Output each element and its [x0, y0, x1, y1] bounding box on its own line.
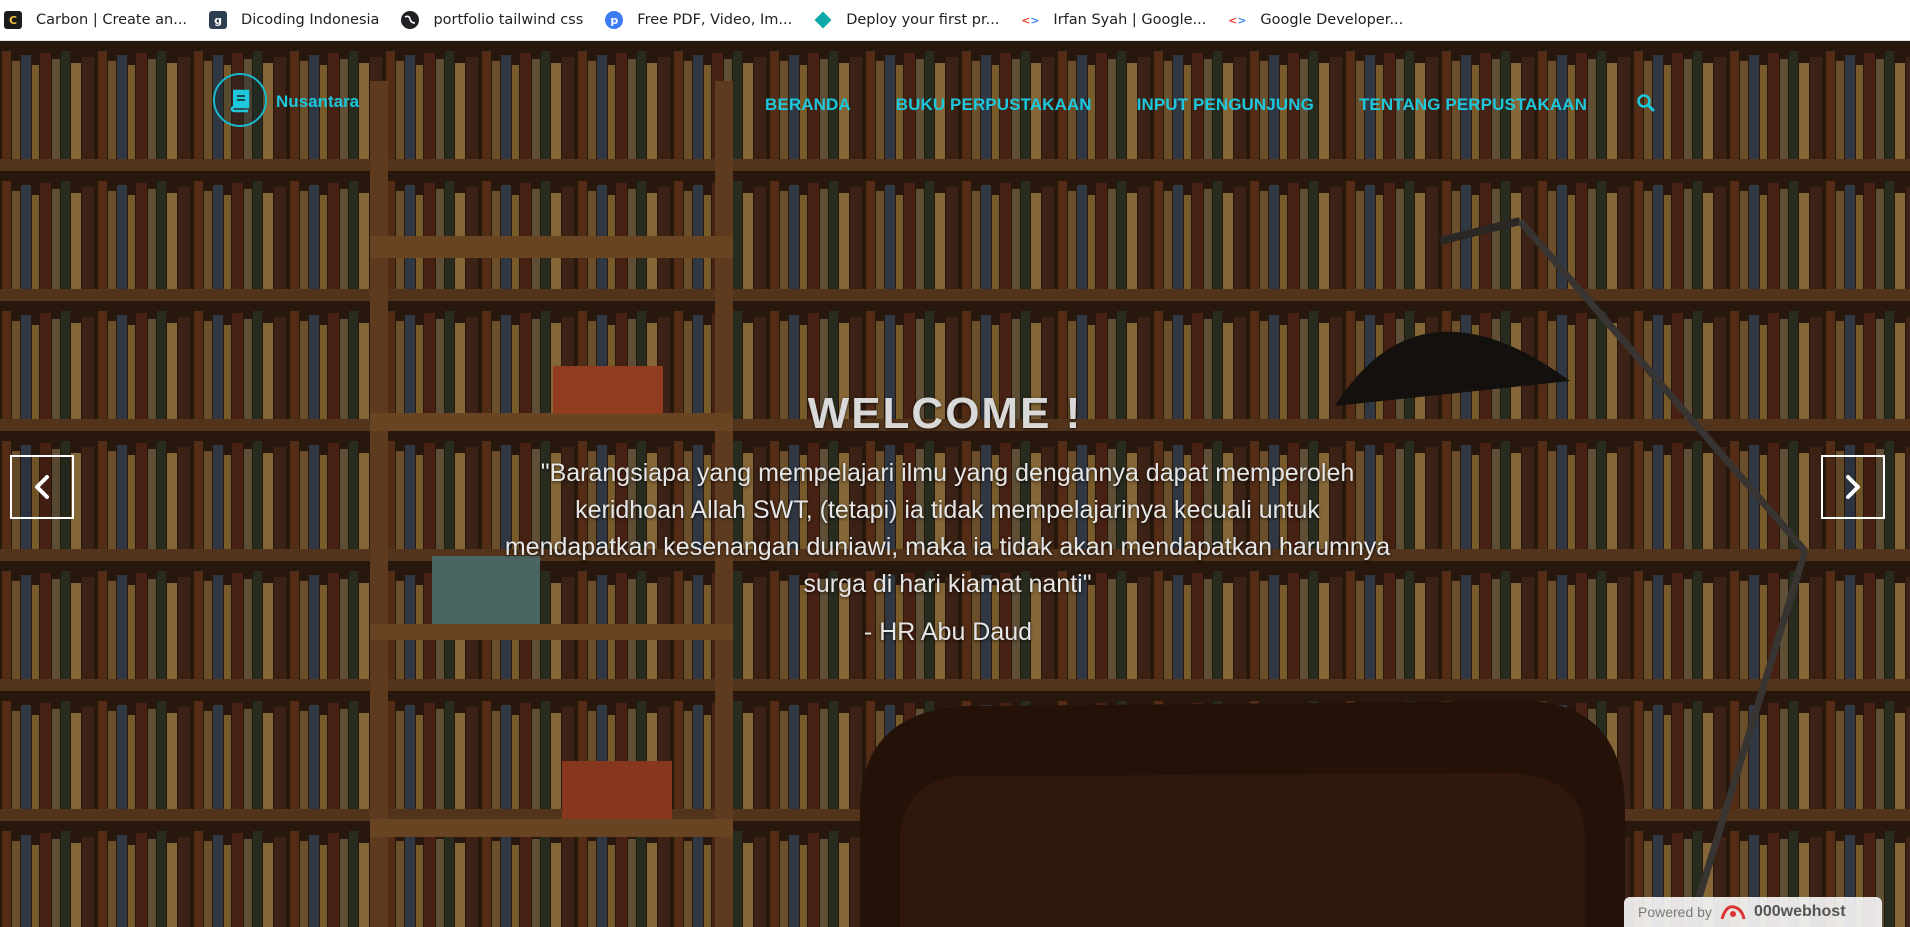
hero-carousel: Nusantara BERANDA BUKU PERPUSTAKAAN INPU…	[0, 41, 1910, 927]
bookmarks-bar: C Carbon | Create an... g Dicoding Indon…	[0, 0, 1910, 41]
nav-link-beranda[interactable]: BERANDA	[765, 95, 851, 115]
bookmark-label: Free PDF, Video, Im...	[637, 12, 793, 28]
globe-icon	[401, 11, 420, 29]
bookmark-label: Carbon | Create an...	[36, 12, 188, 28]
bookmark-deploy[interactable]: Deploy your first pr...	[814, 5, 1013, 35]
pdf-icon: p	[605, 11, 624, 29]
hero-title: WELCOME !	[807, 389, 1083, 438]
logo-badge[interactable]	[213, 73, 267, 127]
brand-name[interactable]: Nusantara	[276, 92, 359, 112]
nav-link-buku-perpustakaan[interactable]: BUKU PERPUSTAKAAN	[896, 95, 1092, 115]
bookmark-label: Google Developer...	[1260, 12, 1404, 28]
bookmark-label: Deploy your first pr...	[846, 12, 1000, 28]
quote-line: mendapatkan kesenangan duniawi, maka ia …	[504, 533, 1391, 561]
bookmark-label: Dicoding Indonesia	[241, 12, 380, 28]
quote-line: surga di hari kiamat nanti"	[803, 570, 1092, 598]
carbon-icon: C	[4, 11, 22, 29]
chevron-left-icon	[35, 475, 49, 499]
hero-quote: "Barangsiapa yang mempelajari ilmu yang …	[470, 455, 1425, 603]
search-icon[interactable]	[1636, 93, 1655, 117]
nav-link-input-pengunjung[interactable]: INPUT PENGUNJUNG	[1137, 95, 1314, 115]
carousel-next-button[interactable]	[1821, 455, 1885, 519]
webhost-name: 000webhost	[1753, 903, 1846, 920]
code-icon: < >	[1021, 13, 1040, 27]
quote-line: keridhoan Allah SWT, (tetapi) ia tidak m…	[575, 496, 1320, 524]
book-icon	[230, 89, 250, 113]
bookmark-carbon[interactable]: C Carbon | Create an...	[4, 5, 201, 35]
bookmark-dicoding[interactable]: g Dicoding Indonesia	[209, 5, 393, 35]
chevron-right-icon	[1846, 475, 1860, 499]
bookmark-google-developer[interactable]: < > Google Developer...	[1228, 5, 1417, 35]
bookmark-label: portfolio tailwind css	[433, 12, 584, 28]
bookmark-portfolio[interactable]: portfolio tailwind css	[401, 5, 597, 35]
dicoding-icon: g	[209, 11, 228, 29]
bookmark-free-pdf[interactable]: p Free PDF, Video, Im...	[605, 5, 806, 35]
diamond-icon	[814, 11, 832, 29]
bookmark-irfan[interactable]: < > Irfan Syah | Google...	[1021, 5, 1220, 35]
carousel-prev-button[interactable]	[10, 455, 74, 519]
main-navigation: BERANDA BUKU PERPUSTAKAAN INPUT PENGUNJU…	[765, 93, 1655, 117]
powered-by-label: Powered by	[1638, 904, 1712, 920]
webhost-logo-icon	[1720, 905, 1746, 920]
quote-author: - HR Abu Daud	[863, 618, 1033, 646]
nav-link-tentang-perpustakaan[interactable]: TENTANG PERPUSTAKAAN	[1359, 95, 1587, 115]
code-icon: < >	[1228, 13, 1247, 27]
bookmark-label: Irfan Syah | Google...	[1053, 12, 1207, 28]
powered-by-badge[interactable]: Powered by 000webhost	[1624, 897, 1882, 927]
quote-line: "Barangsiapa yang mempelajari ilmu yang …	[540, 459, 1355, 487]
